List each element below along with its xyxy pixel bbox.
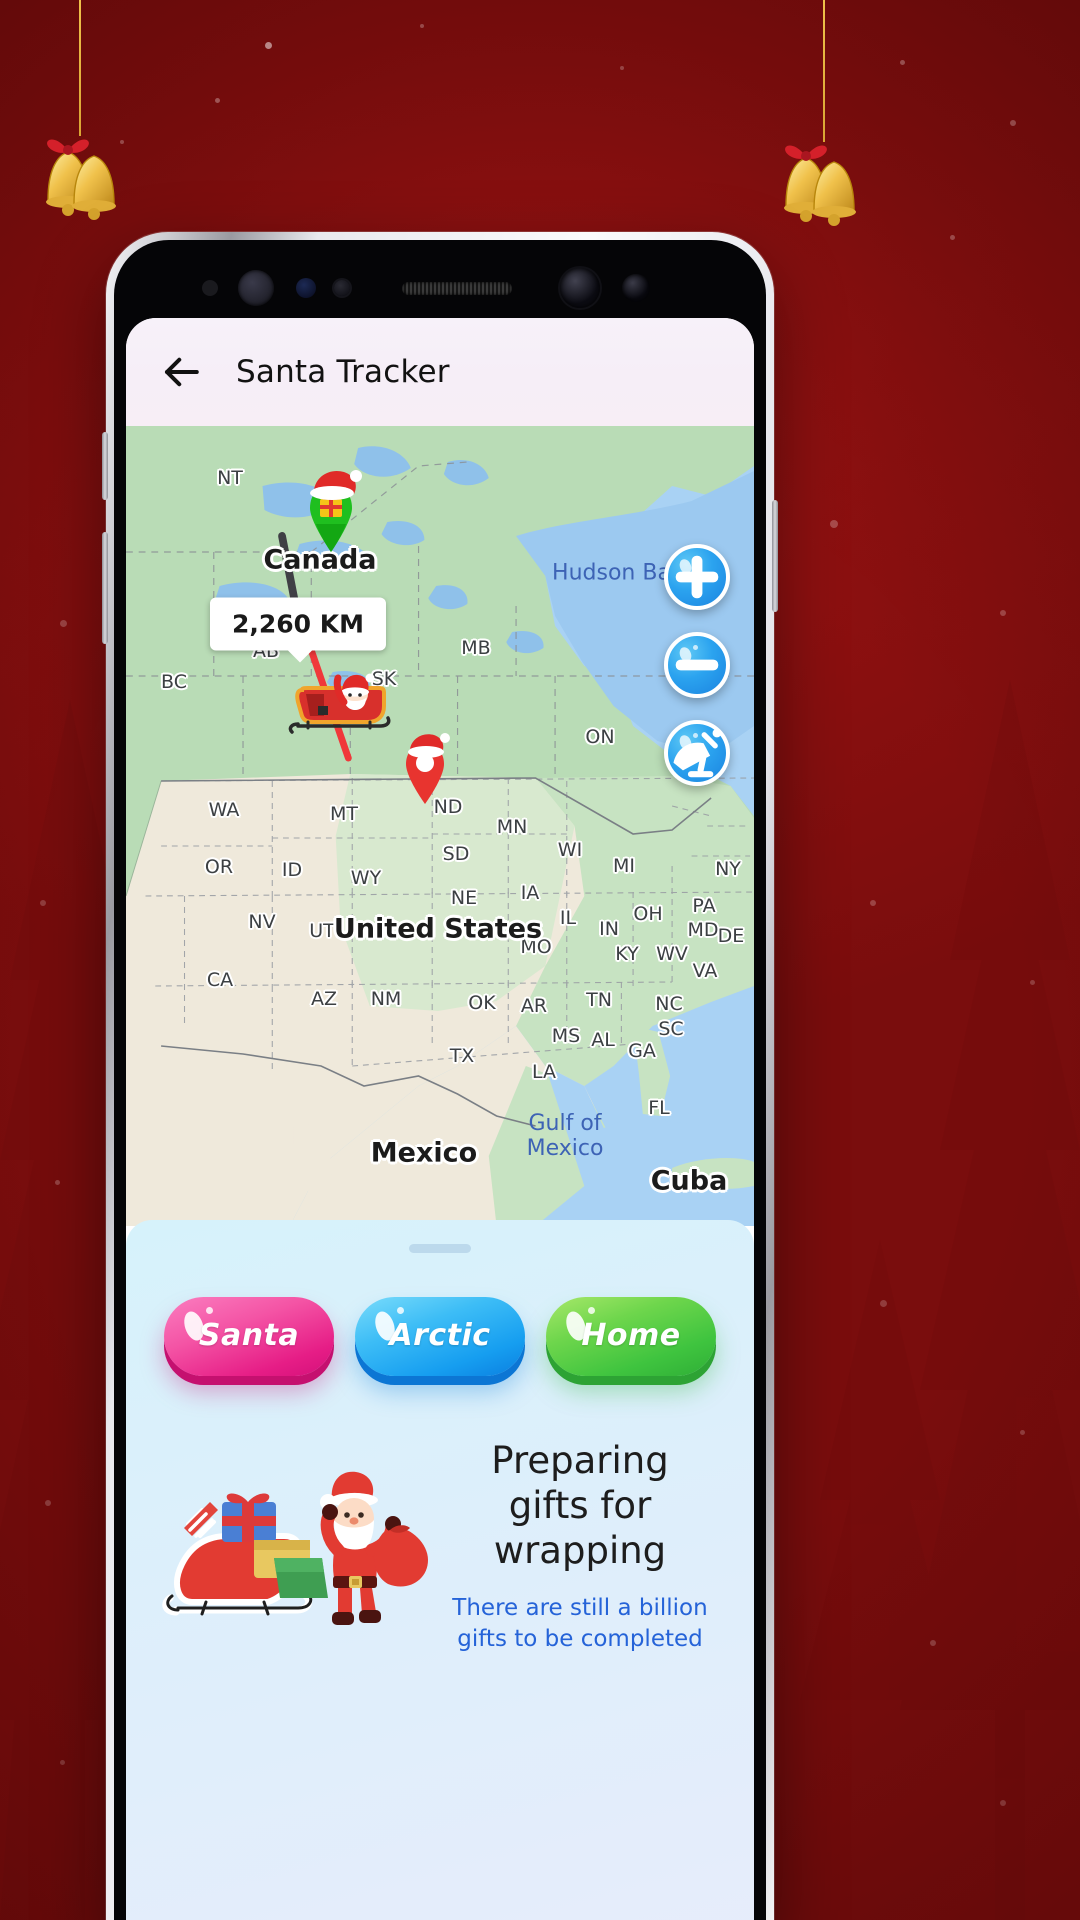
- santa-sleigh-icon[interactable]: [284, 664, 394, 734]
- zoom-out-button[interactable]: [664, 632, 730, 698]
- proximity-sensor-icon: [296, 278, 316, 298]
- zoom-in-button[interactable]: [664, 544, 730, 610]
- earpiece-speaker: [402, 282, 512, 295]
- status-text: Preparing gifts for wrapping There are s…: [446, 1438, 720, 1655]
- phone-side-button-mid: [102, 532, 108, 644]
- chip-santa[interactable]: Santa: [164, 1297, 334, 1376]
- christmas-bells-left: [22, 0, 142, 230]
- screen-background: Santa Tracker NT AB BC SK MB ON WA MT ND…: [0, 0, 1080, 1920]
- phone-screen: Santa Tracker NT AB BC SK MB ON WA MT ND…: [126, 318, 754, 1920]
- chip-label: Arctic: [389, 1318, 491, 1353]
- phone-side-button-power: [772, 500, 778, 612]
- status-section: Preparing gifts for wrapping There are s…: [126, 1376, 754, 1655]
- bottom-sheet: Santa Arctic Home Preparing gifts for wr…: [126, 1220, 754, 1920]
- phone-bezel: Santa Tracker NT AB BC SK MB ON WA MT ND…: [114, 240, 766, 1920]
- chip-label: Home: [581, 1318, 681, 1353]
- chip-arctic[interactable]: Arctic: [355, 1297, 525, 1376]
- phone-device-frame: Santa Tracker NT AB BC SK MB ON WA MT ND…: [102, 232, 778, 1920]
- app-bar: Santa Tracker: [126, 318, 754, 426]
- phone-sensor-cluster: [114, 266, 766, 310]
- chip-label: Santa: [198, 1318, 300, 1353]
- map-view[interactable]: NT AB BC SK MB ON WA MT ND MN WI MI NY N…: [126, 426, 754, 1226]
- map-canvas: [126, 426, 754, 1226]
- front-camera-icon: [560, 268, 600, 308]
- secondary-camera-icon: [622, 274, 650, 302]
- christmas-bells-right: [758, 0, 888, 240]
- locate-button[interactable]: [664, 720, 730, 786]
- light-sensor-icon: [334, 280, 350, 296]
- iris-scanner-icon: [238, 270, 274, 306]
- ambient-sensor-icon: [202, 280, 218, 296]
- santa-with-sleigh-illustration: [156, 1452, 434, 1642]
- map-controls: [664, 544, 730, 786]
- chip-gloss-dot: [206, 1307, 213, 1314]
- distance-label: 2,260 KM: [209, 597, 387, 663]
- phone-side-button-top: [102, 432, 108, 500]
- current-location-pin-icon[interactable]: [390, 728, 460, 808]
- chip-gloss-dot: [588, 1307, 595, 1314]
- status-title: Preparing gifts for wrapping: [491, 1439, 669, 1573]
- chip-gloss-dot: [397, 1307, 404, 1314]
- back-arrow-icon[interactable]: [160, 351, 202, 393]
- status-subtitle: There are still a billion gifts to be co…: [452, 1595, 708, 1653]
- chip-home[interactable]: Home: [546, 1297, 716, 1376]
- page-title: Santa Tracker: [236, 354, 450, 390]
- quick-filter-chips: Santa Arctic Home: [126, 1297, 754, 1376]
- sheet-drag-handle[interactable]: [409, 1244, 471, 1253]
- gift-pin-icon[interactable]: [286, 466, 376, 556]
